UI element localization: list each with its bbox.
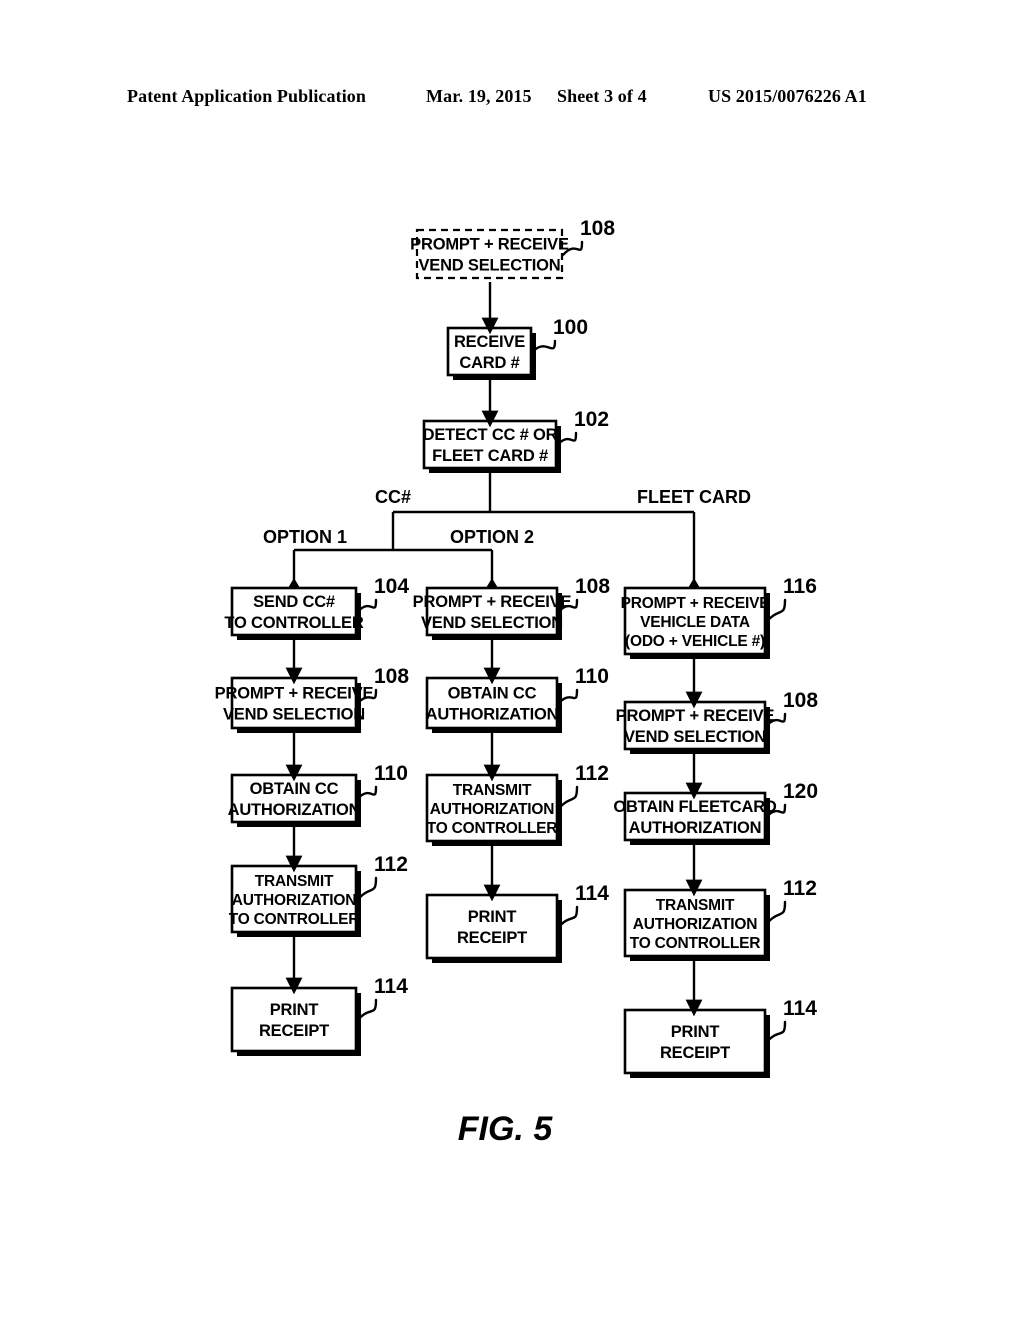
col3-node-3-reference-numeral: 120: [783, 780, 818, 803]
col2-node-3-label-line-3: TO CONTROLLER: [427, 820, 558, 837]
col3-node-1-label-line-2: VEHICLE DATA: [640, 614, 750, 631]
col3-node-4-label-line-3: TO CONTROLLER: [630, 935, 761, 952]
col2-node-4-label-line-1: PRINT: [468, 908, 517, 926]
node-start-vend-selection-reference-numeral: 108: [580, 217, 615, 240]
col3-node-4-label-line-2: AUTHORIZATION: [633, 916, 758, 933]
node-detect-card-type-label-line-2: FLEET CARD #: [432, 447, 548, 465]
col1-node-5-box: [230, 986, 358, 1053]
col2-node-4-reference-numeral: 114: [575, 882, 609, 905]
col3-entry-arrowhead: [688, 578, 700, 588]
branch-label-option2: OPTION 2: [450, 527, 534, 547]
col2-node-1-label-line-2: VEND SELECTION: [421, 614, 563, 632]
node-receive-card-reference-numeral: 100: [553, 316, 588, 339]
col1-node-2-reference-numeral: 108: [374, 665, 409, 688]
col3-node-1-label-line-3: (ODO + VEHICLE #): [625, 633, 765, 650]
col3-node-4-reference-numeral: 112: [783, 877, 817, 900]
col2-node-2-label-line-1: OBTAIN CC: [448, 685, 537, 703]
col2-node-2-reference-numeral: 110: [575, 665, 609, 688]
node-receive-card-label-line-2: CARD #: [459, 354, 519, 372]
col1-node-5-label-line-1: PRINT: [270, 1001, 319, 1019]
col3-node-2-label-line-2: VEND SELECTION: [624, 728, 766, 746]
col3-node-5-box: [623, 1008, 767, 1075]
col1-node-3-reference-numeral: 110: [374, 762, 408, 785]
col1-node-2-label-line-2: VEND SELECTION: [223, 706, 365, 724]
col3-node-2-label-line-1: PROMPT + RECEIVE: [616, 707, 775, 725]
col3-node-3-label-line-2: AUTHORIZATION: [629, 819, 762, 837]
col2-node-4-label-line-2: RECEIPT: [457, 929, 527, 947]
col2-node-3-label-line-1: TRANSMIT: [453, 782, 532, 799]
col1-node-5-reference-numeral: 114: [374, 975, 408, 998]
col3-node-5-reference-numeral: 114: [783, 997, 817, 1020]
node-start-vend-selection-label-line-1: PROMPT + RECEIVE: [410, 236, 569, 254]
col1-node-4-label-line-3: TO CONTROLLER: [229, 911, 360, 928]
col3-node-5-label-line-1: PRINT: [671, 1023, 720, 1041]
col1-node-4-label-line-2: AUTHORIZATION: [232, 892, 357, 909]
col1-node-2-label-line-1: PROMPT + RECEIVE: [215, 685, 374, 703]
col3-node-5-label-line-2: RECEIPT: [660, 1044, 730, 1062]
col2-entry-arrowhead: [486, 578, 498, 588]
col1-node-1-label-line-2: TO CONTROLLER: [224, 614, 363, 632]
col2-node-2-label-line-2: AUTHORIZATION: [426, 706, 559, 724]
col1-node-4-label-line-1: TRANSMIT: [255, 873, 334, 890]
col3-node-4-label-line-1: TRANSMIT: [656, 897, 735, 914]
branch-label-fleet-card: FLEET CARD: [637, 487, 751, 507]
col1-node-3-label-line-1: OBTAIN CC: [250, 780, 339, 798]
col1-entry-arrowhead: [288, 578, 300, 588]
col1-node-1-label-line-1: SEND CC#: [253, 593, 335, 611]
col2-node-4-box: [425, 893, 559, 960]
branch-label-option1: OPTION 1: [263, 527, 347, 547]
node-start-vend-selection-label-line-2: VEND SELECTION: [418, 257, 560, 275]
col3-node-3-label-line-1: OBTAIN FLEETCARD: [613, 798, 777, 816]
col1-node-3-label-line-2: AUTHORIZATION: [228, 801, 361, 819]
branch-label-cc: CC#: [375, 487, 411, 507]
node-detect-card-type-reference-numeral: 102: [574, 408, 609, 431]
col1-node-1-reference-numeral: 104: [374, 575, 409, 598]
flowchart-figure: PROMPT + RECEIVE VEND SELECTION 108 RECEIVE…: [215, 217, 819, 1148]
col2-node-3-label-line-2: AUTHORIZATION: [430, 801, 555, 818]
col2-node-1-label-line-1: PROMPT + RECEIVE: [413, 593, 572, 611]
col2-node-3-reference-numeral: 112: [575, 762, 609, 785]
col1-node-5-label-line-2: RECEIPT: [259, 1022, 329, 1040]
node-receive-card-label-line-1: RECEIVE: [454, 333, 525, 351]
col1-node-4-reference-numeral: 112: [374, 853, 408, 876]
col3-node-1-label-line-1: PROMPT + RECEIVE: [621, 595, 770, 612]
figure-caption: FIG. 5: [458, 1110, 554, 1148]
node-detect-card-type-label-line-1: DETECT CC # OR: [423, 426, 558, 444]
col2-node-1-reference-numeral: 108: [575, 575, 610, 598]
col3-node-1-reference-numeral: 116: [783, 575, 817, 598]
col3-node-2-reference-numeral: 108: [783, 689, 818, 712]
